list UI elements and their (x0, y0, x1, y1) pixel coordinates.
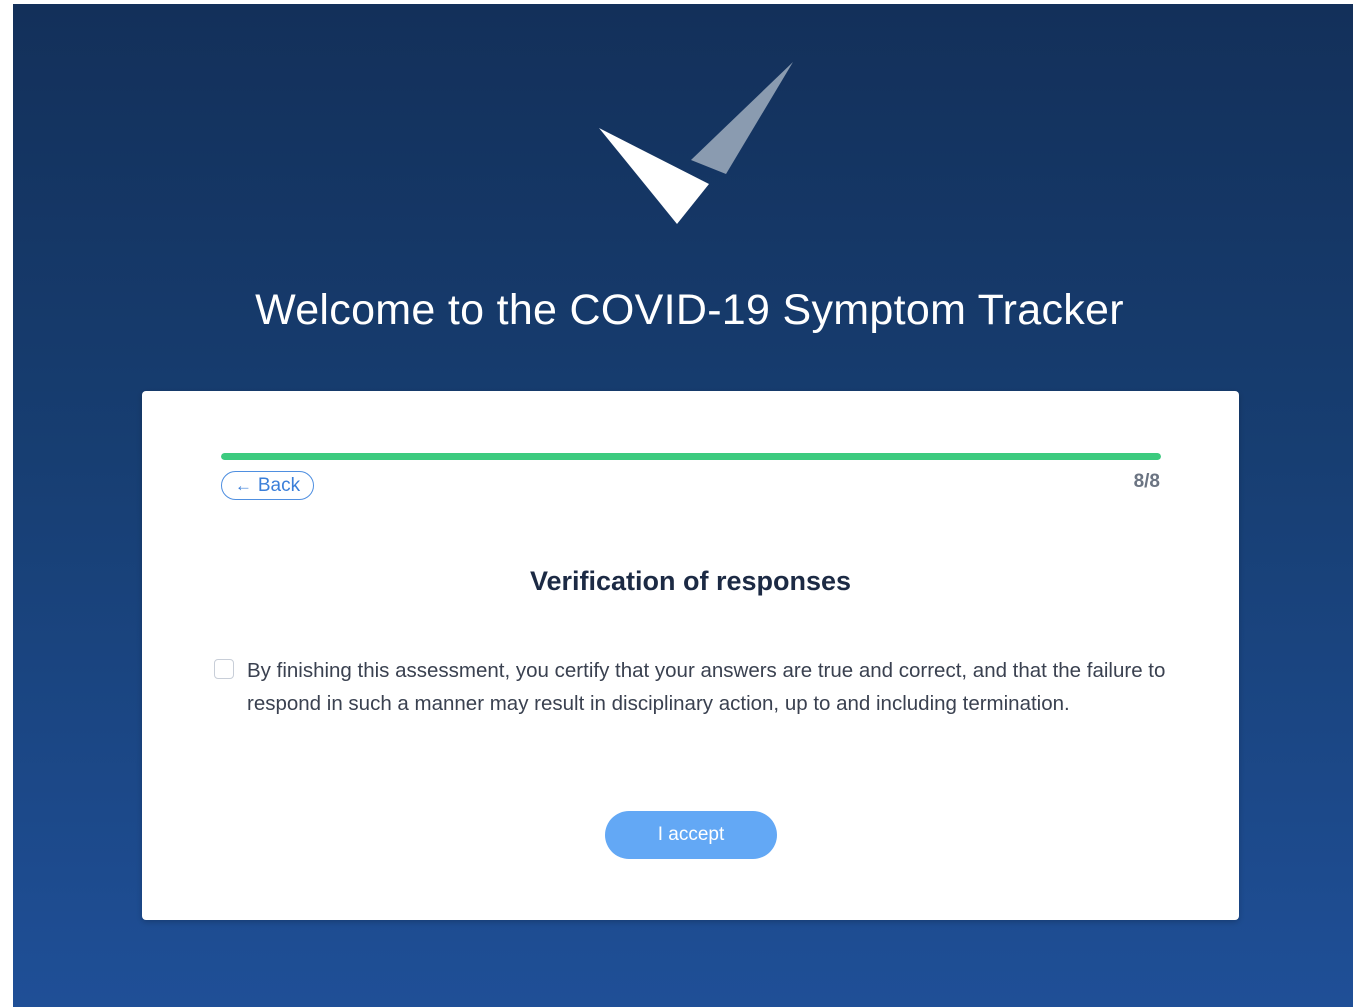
step-counter: 8/8 (1133, 471, 1160, 492)
section-heading: Verification of responses (529, 566, 852, 596)
arrow-left-icon: ← (234, 476, 252, 495)
progress-bar (221, 453, 1161, 460)
accept-button[interactable]: I accept (605, 811, 777, 859)
back-button-label: Back (257, 474, 301, 496)
back-button[interactable]: ← Back (221, 471, 314, 500)
progress-bar-fill (221, 453, 1161, 460)
assessment-card: ← Back 8/8 Verification of responses By … (142, 391, 1239, 920)
page-title: Welcome to the COVID-19 Symptom Tracker (255, 286, 1124, 334)
certification-checkbox[interactable] (214, 659, 234, 679)
certification-text: By finishing this assessment, you certif… (247, 659, 1166, 715)
page-background: Welcome to the COVID-19 Symptom Tracker … (13, 4, 1353, 1007)
logo-lower-stroke (599, 128, 709, 224)
checkmark-logo-icon (599, 62, 793, 224)
logo-upper-stroke (691, 62, 793, 174)
